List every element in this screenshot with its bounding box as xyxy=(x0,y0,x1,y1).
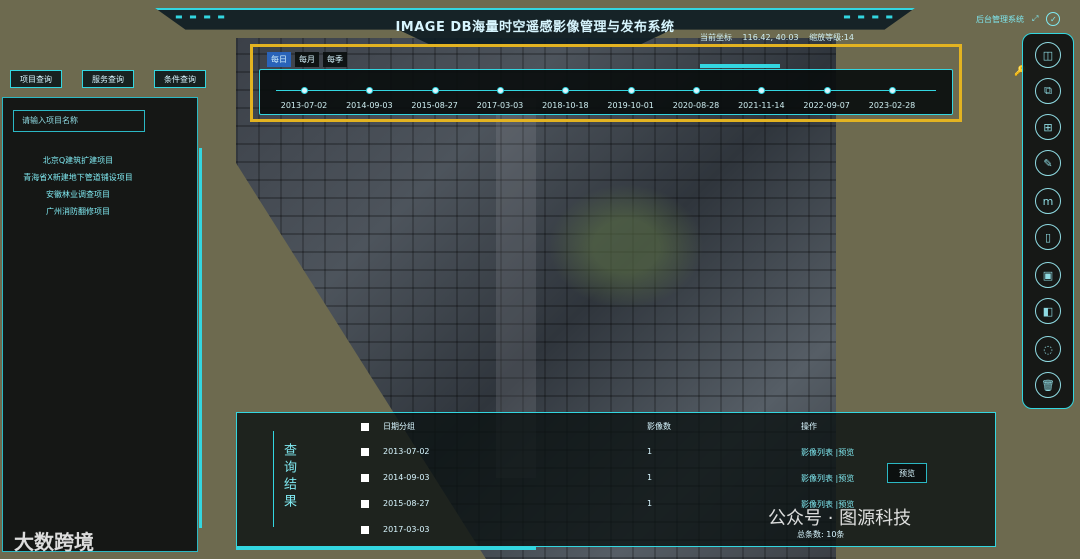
tab-condition-search[interactable]: 条件查询 xyxy=(154,70,206,88)
tab-quarterly[interactable]: 每季 xyxy=(323,52,347,67)
timeline-point[interactable] xyxy=(823,87,831,94)
list-item[interactable]: 北京Q建筑扩建项目 xyxy=(3,152,153,169)
timeline-date-label[interactable]: 2017-03-03 xyxy=(477,101,524,110)
timeline-line xyxy=(276,90,936,91)
timeline-point[interactable] xyxy=(562,87,570,94)
timeline-point[interactable] xyxy=(889,87,896,94)
timeline-point[interactable] xyxy=(366,87,374,94)
timeline-highlight: 每日 每月 每季 2013-07-02 2014-09-03 2015-08-27 2… xyxy=(250,44,962,122)
total-count: 总条数: 10条 xyxy=(797,530,845,539)
layers-icon[interactable]: ◫ xyxy=(1035,42,1061,68)
table-row[interactable]: 2017-03-03 xyxy=(361,525,430,534)
timeline-point[interactable] xyxy=(497,87,504,94)
timeline-point[interactable] xyxy=(693,87,700,94)
panel-edge xyxy=(199,148,202,528)
col-date: 日期分组 xyxy=(383,422,415,431)
coordinate-label: 当前坐标 xyxy=(700,33,732,42)
timeline-point[interactable] xyxy=(758,87,766,94)
row-checkbox[interactable] xyxy=(361,525,369,534)
row-checkbox[interactable] xyxy=(361,499,369,508)
row-count: 1 xyxy=(647,447,653,456)
grid-icon[interactable]: ⊞ xyxy=(1035,114,1061,140)
list-item[interactable]: 广州消防翻修项目 xyxy=(3,203,153,220)
top-right-controls: 后台管理系统 ⤢ ✓ xyxy=(976,12,1061,26)
loading-icon[interactable]: ◌ xyxy=(1035,336,1061,362)
row-count: 1 xyxy=(647,499,653,508)
select-all-checkbox[interactable] xyxy=(361,422,369,431)
timeline-point[interactable] xyxy=(431,87,439,94)
watermark-left: 大数跨境 xyxy=(14,530,94,554)
table-row[interactable]: 2013-07-02 xyxy=(361,447,430,456)
results-header: 日期分组 xyxy=(361,421,415,433)
timeline-date-label[interactable]: 2015-08-27 xyxy=(411,101,458,110)
list-item[interactable]: 安徽林业调查项目 xyxy=(3,186,153,203)
col-ops: 操作 xyxy=(801,422,817,431)
timeline-date-label[interactable]: 2023-02-28 xyxy=(869,101,916,110)
row-date: 2015-08-27 xyxy=(383,499,430,508)
tab-daily[interactable]: 每日 xyxy=(267,52,291,67)
timeline-track: 2013-07-02 2014-09-03 2015-08-27 2017-03-03… xyxy=(259,64,953,115)
watermark-right: 公众号 · 图源科技 xyxy=(768,508,912,529)
search-tabs: 项目查询 服务查询 条件查询 xyxy=(10,70,206,88)
results-divider xyxy=(273,431,274,527)
row-date: 2017-03-03 xyxy=(383,525,430,534)
project-search-input[interactable]: 请输入项目名称 xyxy=(13,110,145,132)
checkmark-icon[interactable]: ✓ xyxy=(1046,12,1061,26)
row-checkbox[interactable] xyxy=(361,447,369,456)
list-item[interactable]: 青海省X新建地下管道铺设项目 xyxy=(3,169,153,186)
fullscreen-icon[interactable]: ⤢ xyxy=(1032,14,1038,24)
project-list: 北京Q建筑扩建项目 青海省X新建地下管道铺设项目 安徽林业调查项目 广州消防翻修… xyxy=(3,152,153,220)
delete-icon[interactable]: 🗑 xyxy=(1035,372,1061,398)
row-date: 2014-09-03 xyxy=(383,473,430,482)
ruler-icon[interactable]: ✎ xyxy=(1035,150,1061,176)
project-panel: 请输入项目名称 北京Q建筑扩建项目 青海省X新建地下管道铺设项目 安徽林业调查项… xyxy=(2,97,202,552)
timeline-date-label[interactable]: 2022-09-07 xyxy=(803,101,850,110)
trash-icon[interactable]: ▯ xyxy=(1035,224,1061,250)
bottom-accent xyxy=(236,546,536,550)
timeline-date-label[interactable]: 2013-07-02 xyxy=(281,101,328,110)
right-toolbar: ◫ ⧉ ⊞ ✎ m ▯ ▣ ◧ ◌ 🗑 xyxy=(1022,33,1074,409)
row-count: 1 xyxy=(647,473,653,482)
tab-project-search[interactable]: 项目查询 xyxy=(10,70,62,88)
zoom-level: 缩放等级:14 xyxy=(809,33,854,42)
copy-icon[interactable]: ⧉ xyxy=(1035,78,1061,104)
results-title: 查询结果 xyxy=(281,443,296,511)
preview-button[interactable]: 预览 xyxy=(887,463,927,483)
timeline-date-label[interactable]: 2021-11-14 xyxy=(738,101,785,110)
timeline-point[interactable] xyxy=(301,87,308,94)
split-icon[interactable]: ◧ xyxy=(1035,298,1061,324)
table-row[interactable]: 2015-08-27 xyxy=(361,499,430,508)
table-row[interactable]: 2014-09-03 xyxy=(361,473,430,482)
measure-icon[interactable]: m xyxy=(1035,188,1061,214)
coordinate-readout: 当前坐标 116.42, 40.03 缩放等级:14 xyxy=(700,32,862,43)
tab-monthly[interactable]: 每月 xyxy=(295,52,319,67)
admin-link[interactable]: 后台管理系统 xyxy=(976,14,1024,25)
row-actions[interactable]: 影像列表 |预览 xyxy=(801,447,854,458)
tab-service-search[interactable]: 服务查询 xyxy=(82,70,134,88)
row-checkbox[interactable] xyxy=(361,473,369,482)
row-actions[interactable]: 影像列表 |预览 xyxy=(801,473,854,484)
coordinate-value: 116.42, 40.03 xyxy=(742,33,799,42)
timeline-progress-bar xyxy=(700,64,780,68)
row-date: 2013-07-02 xyxy=(383,447,430,456)
timeline-point[interactable] xyxy=(627,87,635,94)
timeline-date-label[interactable]: 2020-08-28 xyxy=(673,101,720,110)
image-icon[interactable]: ▣ xyxy=(1035,262,1061,288)
timeline-date-label[interactable]: 2018-10-18 xyxy=(542,101,589,110)
timeline-date-label[interactable]: 2014-09-03 xyxy=(346,101,393,110)
timeline-tabs: 每日 每月 每季 xyxy=(267,52,347,67)
col-count: 影像数 xyxy=(647,422,671,431)
timeline-date-label[interactable]: 2019-10-01 xyxy=(607,101,654,110)
